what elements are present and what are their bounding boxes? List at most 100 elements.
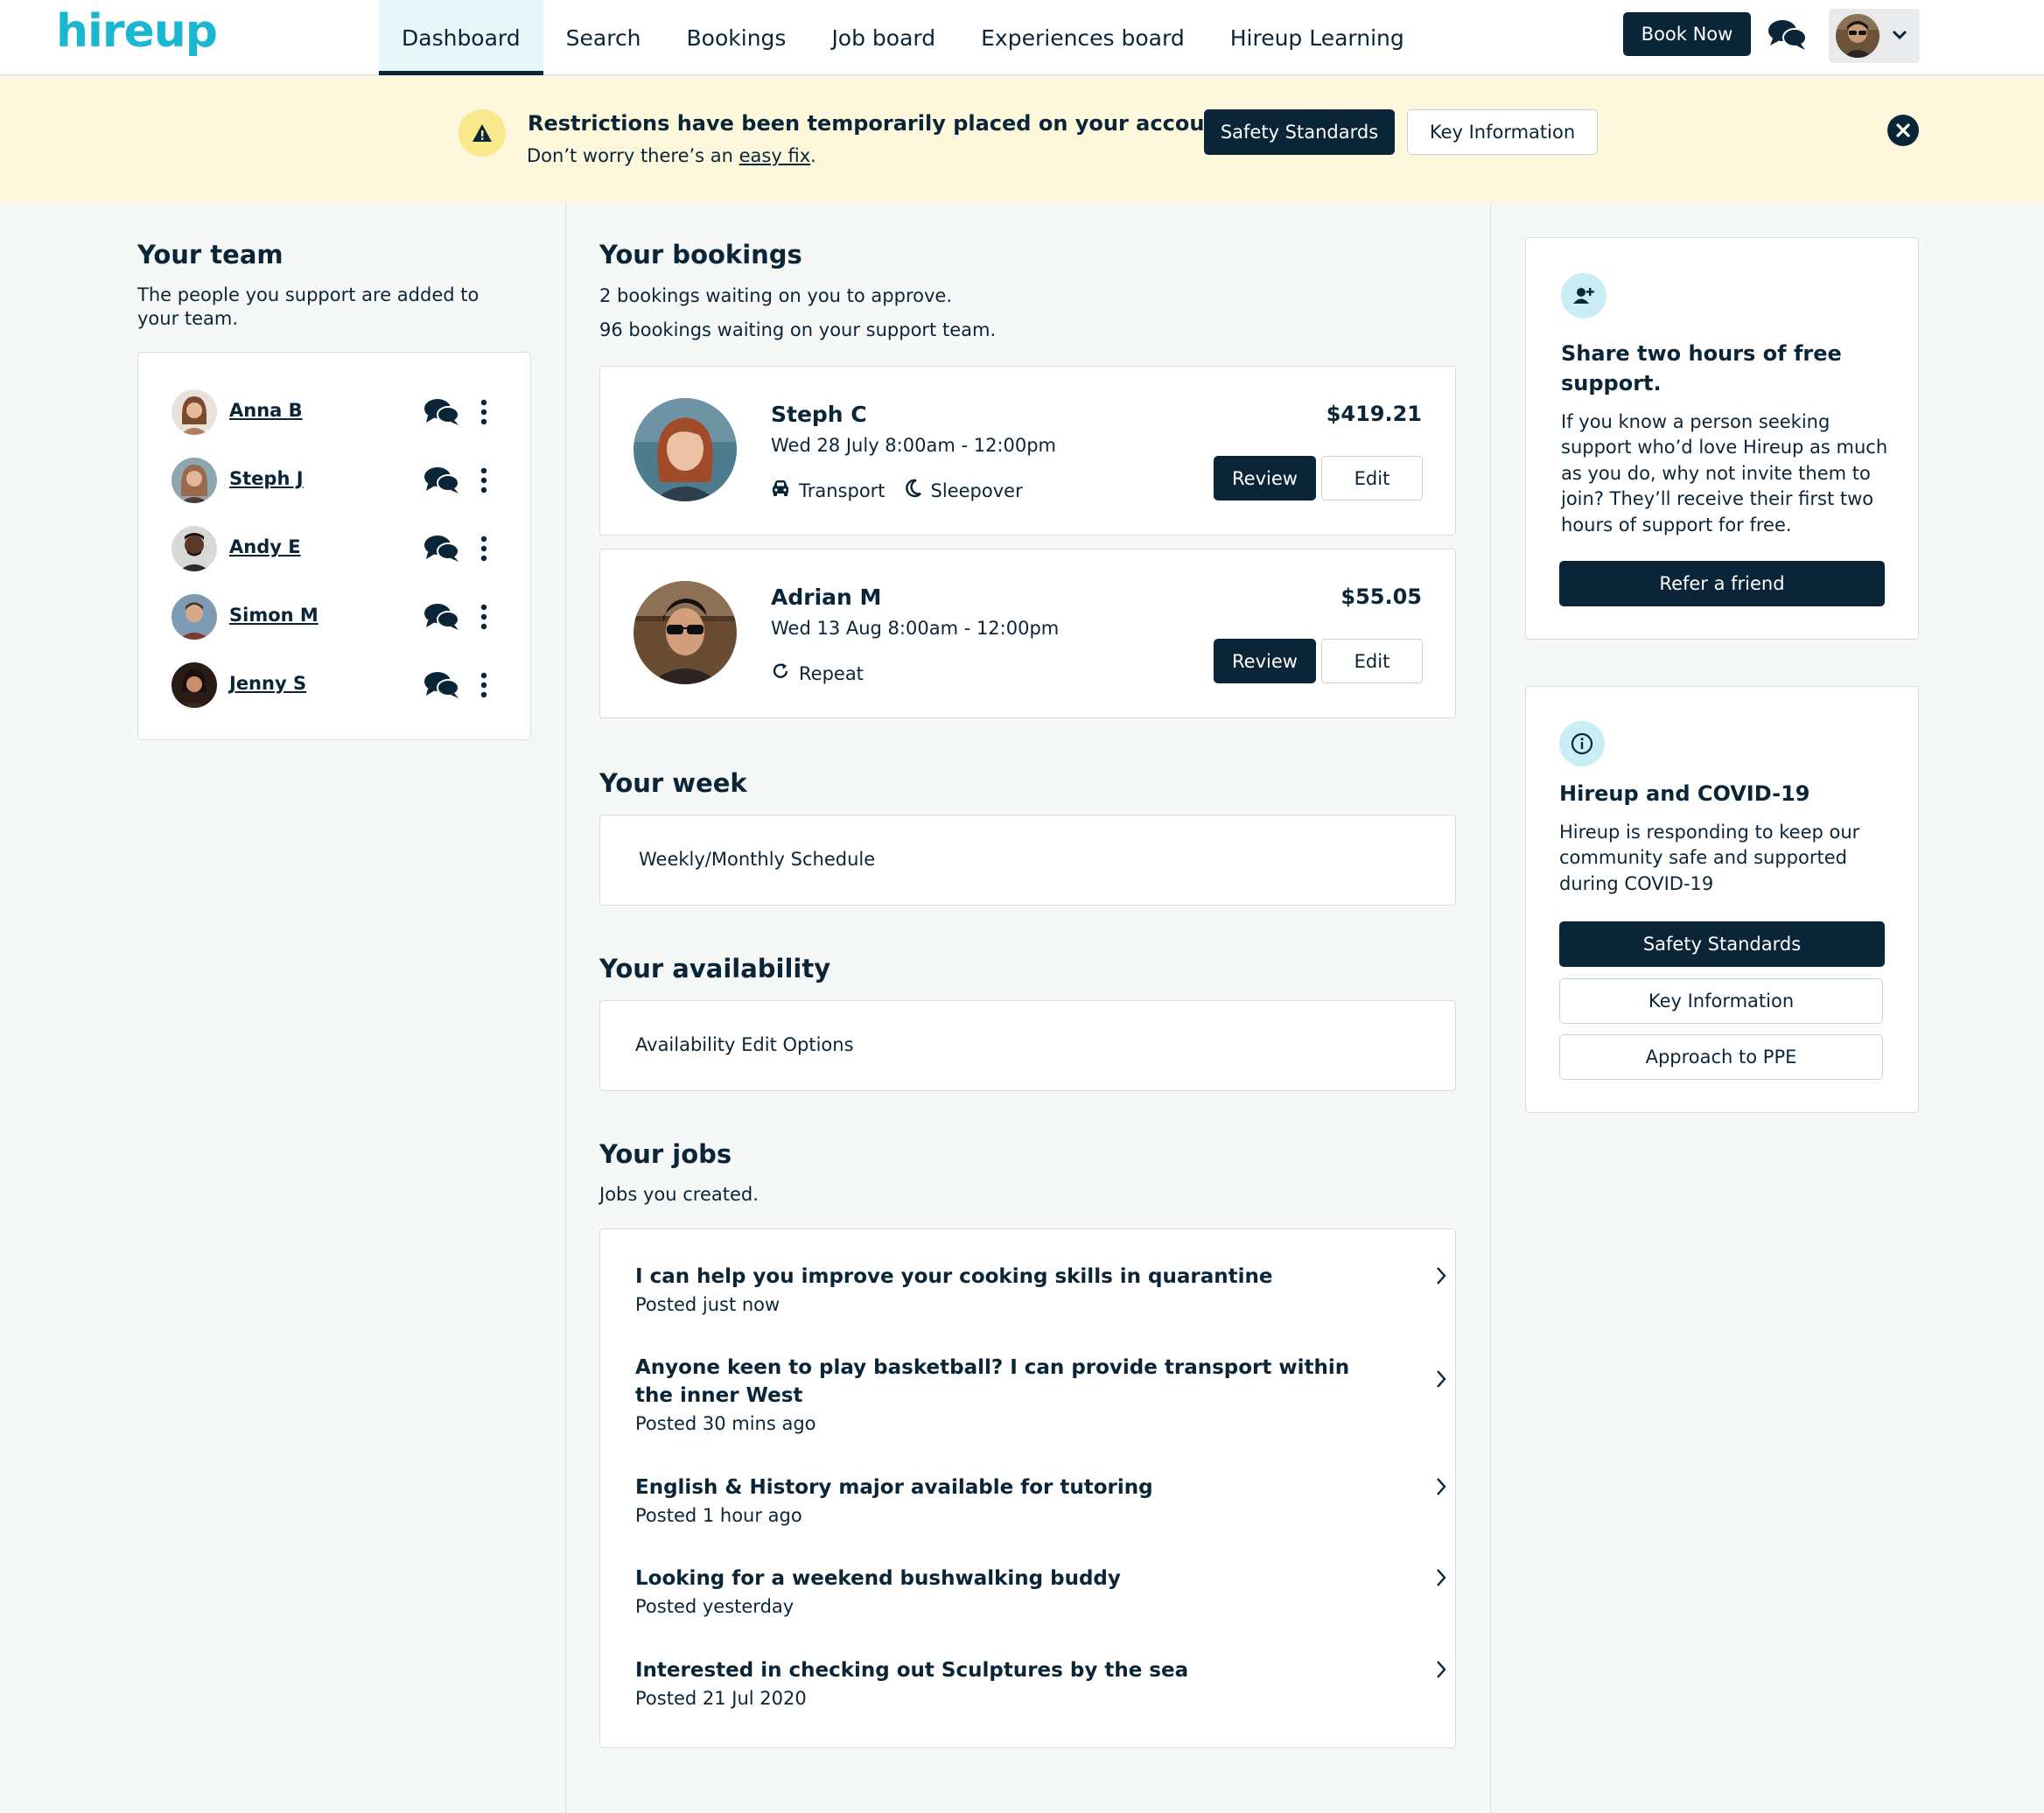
nav-hireup-learning[interactable]: Hireup Learning (1208, 0, 1427, 75)
moon-icon (905, 479, 931, 502)
messages-icon[interactable] (1768, 18, 1808, 52)
booking-person-name: Adrian M (771, 584, 882, 610)
column-divider (565, 203, 566, 1813)
job-title: I can help you improve your cooking skil… (635, 1265, 1273, 1288)
chevron-right-icon (1433, 1475, 1449, 1498)
chat-icon[interactable] (424, 533, 460, 564)
team-member-name[interactable]: Jenny S (229, 673, 306, 694)
avatar (172, 526, 217, 571)
job-list-item[interactable]: I can help you improve your cooking skil… (635, 1263, 1458, 1315)
booking-tag-label: Transport (799, 480, 886, 501)
hireup-logo[interactable]: hireup (56, 5, 218, 58)
chat-icon[interactable] (424, 465, 460, 496)
nav-search[interactable]: Search (543, 0, 664, 75)
team-member-name[interactable]: Andy E (229, 536, 301, 557)
chevron-right-icon (1433, 1658, 1449, 1681)
avatar (1836, 14, 1880, 58)
job-title: Anyone keen to play basketball? I can pr… (635, 1356, 1350, 1408)
booking-date: Wed 28 July 8:00am - 12:00pm (771, 435, 1057, 456)
easy-fix-link[interactable]: easy fix (739, 145, 811, 166)
team-member-name[interactable]: Simon M (229, 605, 318, 626)
covid-description: Hireup is responding to keep our communi… (1559, 822, 1860, 894)
car-icon (771, 480, 799, 501)
week-card[interactable]: Weekly/Monthly Schedule (599, 815, 1456, 906)
chat-icon[interactable] (424, 601, 460, 633)
booking-card: Steph C Wed 28 July 8:00am - 12:00pm Tra… (599, 366, 1456, 536)
jobs-description: Jobs you created. (599, 1184, 759, 1205)
covid-safety-standards-button[interactable]: Safety Standards (1559, 921, 1885, 967)
booking-tag: Transport (771, 480, 886, 501)
job-title: English & History major available for tu… (635, 1476, 1153, 1499)
job-title: Interested in checking out Sculptures by… (635, 1659, 1189, 1682)
avatar (634, 398, 737, 501)
top-header: hireup Dashboard Search Bookings Job boa… (0, 0, 2044, 75)
nav-job-board[interactable]: Job board (808, 0, 958, 75)
job-list-item[interactable]: Interested in checking out Sculptures by… (635, 1656, 1458, 1709)
more-options-icon[interactable] (476, 396, 492, 428)
job-list-item[interactable]: Anyone keen to play basketball? I can pr… (635, 1354, 1458, 1434)
team-member-name[interactable]: Anna B (229, 400, 303, 421)
avatar (172, 458, 217, 503)
covid-key-information-button[interactable]: Key Information (1559, 978, 1883, 1024)
review-button[interactable]: Review (1214, 456, 1316, 500)
nav-dashboard[interactable]: Dashboard (379, 0, 543, 75)
job-list-item[interactable]: Looking for a weekend bushwalking buddy … (635, 1564, 1458, 1617)
covid-info-card: Hireup and COVID-19 Hireup is responding… (1525, 686, 1919, 1113)
chevron-right-icon (1433, 1566, 1449, 1589)
week-schedule-label: Weekly/Monthly Schedule (639, 849, 876, 870)
review-button[interactable]: Review (1214, 639, 1316, 683)
team-member-row: Jenny S (138, 657, 532, 710)
job-posted-time: Posted 30 mins ago (635, 1413, 816, 1435)
availability-card[interactable]: Availability Edit Options (599, 1000, 1456, 1091)
more-options-icon[interactable] (476, 465, 492, 496)
refer-friend-card: Share two hours of free support. If you … (1525, 237, 1919, 640)
banner-safety-standards-button[interactable]: Safety Standards (1204, 109, 1395, 155)
more-options-icon[interactable] (476, 533, 492, 564)
nav-experiences-board[interactable]: Experiences board (958, 0, 1208, 75)
job-posted-time: Posted yesterday (635, 1596, 794, 1618)
job-title: Looking for a weekend bushwalking buddy (635, 1567, 1121, 1590)
nav-bookings[interactable]: Bookings (664, 0, 809, 75)
team-member-row: Andy E (138, 521, 532, 573)
booking-date: Wed 13 Aug 8:00am - 12:00pm (771, 618, 1060, 639)
avatar (172, 662, 217, 708)
job-posted-time: Posted just now (635, 1294, 780, 1316)
banner-subtitle: Don’t worry there’s an easy fix. (527, 145, 816, 166)
banner-title: Restrictions have been temporarily place… (528, 111, 1238, 136)
main-nav: Dashboard Search Bookings Job board Expe… (379, 0, 1427, 75)
avatar (172, 594, 217, 640)
job-posted-time: Posted 21 Jul 2020 (635, 1688, 807, 1710)
booking-price: $419.21 (1326, 402, 1422, 426)
covid-title: Hireup and COVID-19 (1559, 781, 1810, 806)
banner-key-information-button[interactable]: Key Information (1407, 109, 1598, 155)
team-description: The people you support are added to your… (137, 284, 480, 330)
job-posted-time: Posted 1 hour ago (635, 1505, 802, 1527)
profile-menu-button[interactable] (1829, 9, 1920, 63)
account-restriction-banner: Restrictions have been temporarily place… (0, 76, 2044, 203)
booking-tags: Repeat (771, 662, 883, 685)
bookings-team-count: 96 bookings waiting on your support team… (599, 319, 997, 340)
close-banner-button[interactable] (1887, 115, 1919, 146)
chevron-right-icon (1433, 1368, 1449, 1390)
approach-to-ppe-button[interactable]: Approach to PPE (1559, 1034, 1883, 1080)
refer-a-friend-button[interactable]: Refer a friend (1559, 561, 1885, 606)
warning-icon (458, 109, 506, 157)
chat-icon[interactable] (424, 669, 460, 701)
edit-button[interactable]: Edit (1321, 639, 1423, 683)
booking-card: Adrian M Wed 13 Aug 8:00am - 12:00pm Rep… (599, 549, 1456, 718)
team-member-row: Steph J (138, 452, 532, 505)
team-member-name[interactable]: Steph J (229, 468, 304, 489)
team-heading: Your team (137, 240, 284, 270)
refer-title: Share two hours of free support. (1561, 341, 1842, 396)
more-options-icon[interactable] (476, 669, 492, 701)
availability-label: Availability Edit Options (635, 1034, 854, 1055)
chat-icon[interactable] (424, 396, 460, 428)
more-options-icon[interactable] (476, 601, 492, 633)
edit-button[interactable]: Edit (1321, 456, 1423, 500)
team-member-row: Anna B (138, 384, 532, 437)
repeat-icon (771, 662, 799, 685)
booking-tag-label: Repeat (799, 662, 864, 684)
job-list-item[interactable]: English & History major available for tu… (635, 1474, 1458, 1526)
column-divider (1490, 203, 1491, 1813)
book-now-button[interactable]: Book Now (1623, 12, 1751, 56)
